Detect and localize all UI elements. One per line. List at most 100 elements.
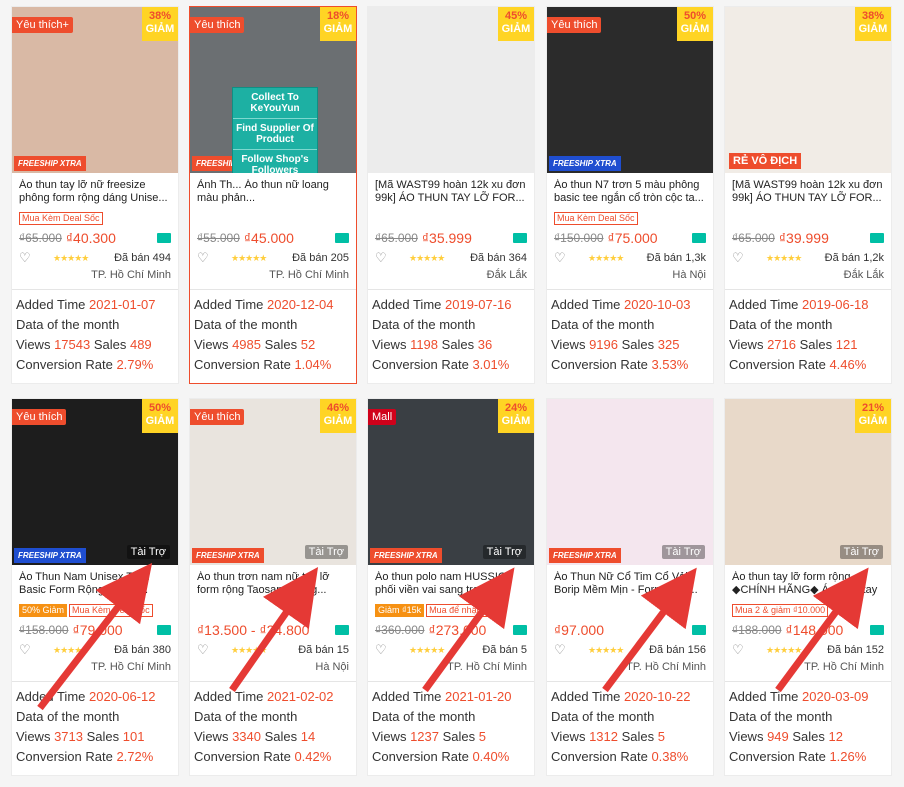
sales-value: 101 [122,729,145,744]
product-image[interactable]: 45% GIẢM [368,7,534,173]
hover-menu-item[interactable]: Find Supplier Of Product [233,119,317,150]
stat-label: Conversion Rate [551,357,652,372]
heart-icon[interactable]: ♡ [19,642,33,658]
discount-percent: 46% [326,402,350,414]
hover-menu-item[interactable]: Follow Shop's Followers [233,150,317,173]
product-card[interactable]: Yêu thích 46% GIẢM FREESHIP XTRA Tài Trợ Áo t… [189,398,357,776]
product-info: Áo Thun Nam Unisex Trơn Basic Form Rộng … [12,565,178,675]
stat-label: Added Time [551,689,624,704]
product-card[interactable]: Mall 24% GIẢM FREESHIP XTRA Tài Trợ Áo thun p… [367,398,535,776]
stat-value: 0.42% [294,749,332,764]
views-value: 9196 [589,337,618,352]
product-image[interactable]: 21% GIẢM Tài Trợ [725,399,891,565]
product-name[interactable]: Áo thun N7 trơn 5 màu phông basic tee ng… [554,179,706,205]
product-name[interactable]: Áo Thun Nữ Cổ Tim Cổ Vải Borip Mềm Mịn -… [554,571,706,597]
heart-icon[interactable]: ♡ [554,250,568,266]
stat-line: Added Time 2019-06-18 [729,295,887,315]
product-name[interactable]: Áo thun tay lỡ nữ freesize phông form rộ… [19,179,171,205]
promo-chip: Mua để nhận quà [426,604,503,617]
price-row: ₫150.000 ₫75.000 [554,227,706,249]
rating-stars: ★★★★★ [409,644,445,655]
discount-label: GIẢM [145,23,175,35]
sold-count: Đã bán 1,3k [646,252,706,264]
product-card[interactable]: Yêu thích 50% GIẢM FREESHIP XTRA Tài Trợ Áo T… [11,398,179,776]
heart-icon[interactable]: ♡ [732,250,746,266]
stat-value: 4.46% [829,357,867,372]
hover-menu-item[interactable]: Collect To KeYouYun [233,88,317,119]
heart-icon[interactable]: ♡ [375,642,389,658]
stat-label: Sales [82,729,123,744]
product-image[interactable]: Yêu thích 50% GIẢM FREESHIP XTRA [547,7,713,173]
stat-label: Added Time [194,689,267,704]
product-card[interactable]: Yêu thích 50% GIẢM FREESHIP XTRA Áo thun N7 … [546,6,714,384]
stat-label: Conversion Rate [372,749,473,764]
stat-label: Sales [617,337,658,352]
original-price: ₫158.000 [19,623,69,637]
sales-value: 5 [657,729,665,744]
product-name[interactable]: Áo Thun Nam Unisex Trơn Basic Form Rộng … [19,571,171,597]
meta-row: ♡ ★★★★★ Đã bán 5 [375,641,527,659]
favorite-badge: Yêu thích+ [12,17,73,33]
discount-label: GIẢM [501,23,531,35]
stat-line: Data of the month [551,709,655,724]
stat-label: Conversion Rate [729,749,830,764]
discount-label: GIẢM [145,415,175,427]
promo-chip: Giảm ₫15k [375,604,425,617]
stats-panel: Added Time 2020-06-12 Data of the month Vi… [12,682,178,775]
stat-label: Sales [795,337,836,352]
product-name[interactable]: Áo thun trơn nam nữ tay lỡ form rộng Tao… [197,571,349,597]
product-image[interactable]: Yêu thích 18% GIẢM FREESHIP XTRA Collect To … [190,7,356,173]
product-card[interactable]: 38% GIẢM RẺ VÔ ĐỊCH [Mã WAST99 hoàn 12k xu … [724,6,892,384]
price-row: ₫158.000 ₫79.000 [19,619,171,641]
stat-value: 2020-03-09 [802,689,869,704]
stat-label: Conversion Rate [372,357,473,372]
stat-label: Sales [788,729,829,744]
heart-icon[interactable]: ♡ [19,250,33,266]
product-image[interactable]: Yêu thích+ 38% GIẢM FREESHIP XTRA [12,7,178,173]
product-image[interactable]: FREESHIP XTRA Tài Trợ [547,399,713,565]
heart-icon[interactable]: ♡ [375,250,389,266]
sold-count: Đã bán 5 [482,644,527,656]
discount-label: GIẢM [323,23,353,35]
product-grid: Yêu thích+ 38% GIẢM FREESHIP XTRA Áo thun ta… [0,0,904,787]
product-info: Áo thun tay lỡ nữ freesize phông form rộ… [12,173,178,283]
stat-value: 2019-06-18 [802,297,869,312]
heart-icon[interactable]: ♡ [197,642,211,658]
product-name[interactable]: [Mã WAST99 hoàn 12k xu đơn 99k] ÁO THUN … [375,179,527,205]
product-info: [Mã WAST99 hoàn 12k xu đơn 99k] ÁO THUN … [725,173,891,283]
re-vo-dich-badge: RẺ VÔ ĐỊCH [729,153,802,169]
stat-line: Conversion Rate 1.04% [194,355,352,375]
product-card[interactable]: Yêu thích 18% GIẢM FREESHIP XTRA Collect To … [189,6,357,384]
stat-label: Conversion Rate [551,749,652,764]
product-image[interactable]: 38% GIẢM RẺ VÔ ĐỊCH [725,7,891,173]
price-row: ₫360.000 ₫273.000 [375,619,527,641]
promo-chips: Mua Kèm Deal Sốc [19,208,171,225]
stat-value: 1.26% [829,749,867,764]
product-name[interactable]: Áo thun polo nam HUSSIO phối viền vai sa… [375,571,527,597]
product-name[interactable]: Áo thun tay lỡ form rộng ◆CHÍNH HÃNG◆ Áo… [732,571,884,597]
promo-chips [197,600,349,616]
heart-icon[interactable]: ♡ [732,642,746,658]
product-image[interactable]: Mall 24% GIẢM FREESHIP XTRA Tài Trợ [368,399,534,565]
product-image[interactable]: Yêu thích 50% GIẢM FREESHIP XTRA Tài Trợ [12,399,178,565]
original-price: ₫65.000 [375,231,418,245]
product-card[interactable]: Yêu thích+ 38% GIẢM FREESHIP XTRA Áo thun ta… [11,6,179,384]
product-card[interactable]: 21% GIẢM Tài Trợ Áo thun tay lỡ form rộng ◆… [724,398,892,776]
discount-badge: 18% GIẢM [320,7,356,41]
product-image[interactable]: Yêu thích 46% GIẢM FREESHIP XTRA Tài Trợ [190,399,356,565]
sold-count: Đã bán 364 [470,252,527,264]
heart-icon[interactable]: ♡ [554,642,568,658]
sale-price: ₫39.999 [778,230,829,246]
promo-chips [197,208,349,224]
heart-icon[interactable]: ♡ [197,250,211,266]
discount-label: GIẢM [858,415,888,427]
stat-value: 2.72% [116,749,154,764]
stat-label: Views [729,337,768,352]
product-name[interactable]: [Mã WAST99 hoàn 12k xu đơn 99k] ÁO THUN … [732,179,884,205]
discount-label: GIẢM [323,415,353,427]
product-card[interactable]: 45% GIẢM [Mã WAST99 hoàn 12k xu đơn 99k] Á… [367,6,535,384]
product-name[interactable]: Ảnh Th... Áo thun nữ loang màu phản... [197,179,349,205]
product-card[interactable]: FREESHIP XTRA Tài Trợ Áo Thun Nữ Cổ Tim Cổ… [546,398,714,776]
freeship-badge: FREESHIP XTRA [549,156,621,171]
discount-percent: 24% [504,402,528,414]
